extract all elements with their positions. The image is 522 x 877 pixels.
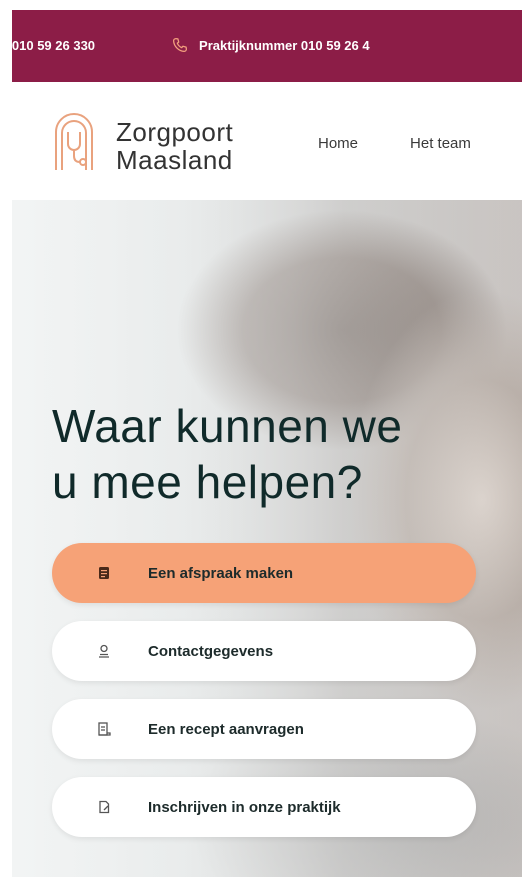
- phone-number-1[interactable]: er 010 59 26 330: [12, 38, 95, 53]
- register-button[interactable]: Inschrijven in onze praktijk: [52, 777, 476, 837]
- logo-line-1: Zorgpoort: [116, 117, 234, 147]
- appointment-label: Een afspraak maken: [148, 564, 294, 582]
- nav-home[interactable]: Home: [318, 135, 358, 152]
- contact-details-button[interactable]: Contactgegevens: [52, 621, 476, 681]
- main-navigation: Home Het team: [318, 135, 522, 152]
- site-header: Zorgpoort Maasland Home Het team: [12, 82, 522, 201]
- top-info-bar: er 010 59 26 330 Praktijknummer 010 59 2…: [12, 10, 522, 82]
- phone-number-2[interactable]: Praktijknummer 010 59 26 4: [171, 36, 370, 54]
- hero-section: Waar kunnen we u mee helpen? Een afspraa…: [12, 200, 522, 877]
- phone-icon: [173, 37, 188, 53]
- register-label: Inschrijven in onze praktijk: [148, 798, 341, 816]
- phone-number-2-text: Praktijknummer 010 59 26 4: [199, 37, 370, 53]
- logo-line-2: Maasland: [116, 145, 233, 175]
- quick-actions: Een afspraak maken Contactgegevens Een r…: [52, 543, 476, 855]
- stethoscope-arch-logo[interactable]: [52, 110, 96, 174]
- register-icon: [99, 800, 110, 814]
- prescription-button[interactable]: Een recept aanvragen: [52, 699, 476, 759]
- phone-number-1-text: er 010 59 26 330: [12, 37, 96, 53]
- logo-wordmark[interactable]: Zorgpoort Maasland: [116, 118, 233, 174]
- page: er 010 59 26 330 Praktijknummer 010 59 2…: [0, 0, 522, 877]
- prescription-label: Een recept aanvragen: [148, 720, 304, 738]
- hero-headline-line-1: Waar kunnen we: [52, 400, 403, 452]
- contact-details-label: Contactgegevens: [148, 642, 274, 660]
- top-info-track: er 010 59 26 330 Praktijknummer 010 59 2…: [12, 36, 446, 54]
- contact-icon: [99, 644, 109, 658]
- prescription-icon: [98, 722, 111, 736]
- nav-het-team[interactable]: Het team: [410, 135, 471, 152]
- appointment-button[interactable]: Een afspraak maken: [52, 543, 476, 603]
- calendar-icon: [99, 567, 109, 579]
- hero-headline: Waar kunnen we u mee helpen?: [52, 398, 402, 510]
- hero-headline-line-2: u mee helpen?: [52, 456, 363, 508]
